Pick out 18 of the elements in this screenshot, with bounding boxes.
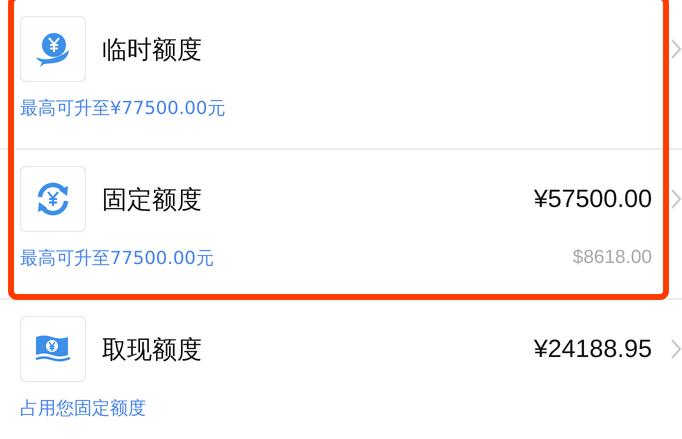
row-note: 占用您固定额度 xyxy=(20,397,146,420)
amount: ¥57500.00 xyxy=(534,184,652,214)
row-note: 最高可升至77500.00元 xyxy=(20,247,214,270)
row-title: 固定额度 xyxy=(102,184,202,216)
list-row[interactable]: 取现额度 ¥24188.95 占用您固定额度 xyxy=(0,300,682,439)
list-row[interactable]: 固定额度 ¥57500.00 最高可升至77500.00元 $8618.00 xyxy=(0,150,682,300)
row-title: 取现额度 xyxy=(102,334,202,366)
banknote-icon xyxy=(34,334,72,364)
secondary-amount: $8618.00 xyxy=(572,247,652,269)
list-row[interactable]: 临时额度 最高可升至¥77500.00元 xyxy=(0,0,682,150)
chevron-icon xyxy=(670,38,682,60)
row-title: 临时额度 xyxy=(102,34,202,66)
coin-hand-icon xyxy=(34,31,72,67)
yen-refresh-icon xyxy=(35,181,71,217)
row-note: 最高可升至¥77500.00元 xyxy=(20,97,226,120)
chevron-icon xyxy=(670,338,682,360)
amount: ¥24188.95 xyxy=(534,334,652,364)
chevron-icon xyxy=(670,188,682,210)
